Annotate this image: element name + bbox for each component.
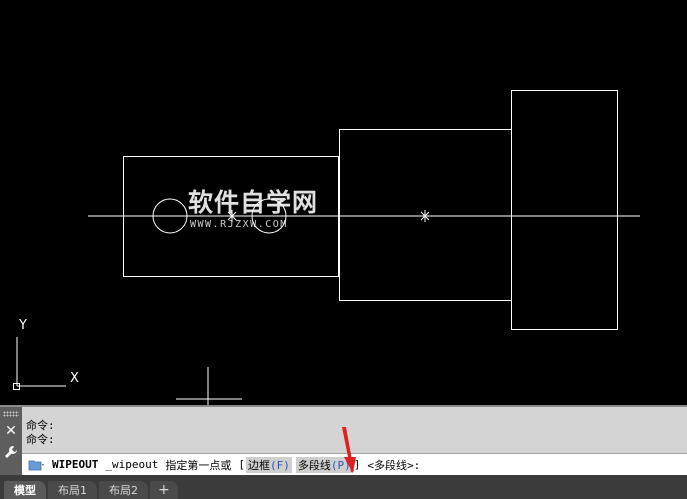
ucs-y-label: Y	[19, 318, 27, 333]
annotation-arrow-icon	[342, 427, 356, 473]
add-layout-button[interactable]: +	[150, 481, 178, 499]
tab-model[interactable]: 模型	[4, 481, 46, 499]
option-frame-key: (F)	[269, 458, 290, 472]
crosshair-cursor	[176, 367, 242, 405]
drawing-svg	[13, 90, 640, 405]
command-arg: _wipeout	[105, 458, 159, 471]
history-line: 命令:	[26, 433, 55, 446]
layout-tabs: 模型 布局1 布局2 +	[0, 475, 687, 499]
command-panel: ✕ 命令: 命令: WIPEOUT _wipeout 指定第一点或 [ 边框(F…	[0, 405, 687, 475]
option-polyline-label: 多段线	[297, 458, 331, 472]
drag-grip-icon[interactable]	[3, 411, 19, 417]
command-history: 命令: 命令:	[26, 419, 55, 447]
bracket-open: [	[238, 458, 245, 471]
tab-layout2[interactable]: 布局2	[99, 481, 148, 499]
watermark-url: WWW.RJZXW.COM	[190, 219, 288, 230]
option-frame-label: 边框	[247, 458, 270, 472]
folder-icon[interactable]	[26, 455, 48, 475]
ucs-icon	[13, 337, 66, 390]
tab-layout1[interactable]: 布局1	[48, 481, 97, 499]
close-icon[interactable]: ✕	[2, 422, 20, 440]
drawing-canvas[interactable]: Y X 软件自学网 WWW.RJZXW.COM	[0, 0, 687, 405]
command-name: WIPEOUT	[52, 458, 99, 471]
command-default: <多段线>:	[367, 458, 421, 472]
option-frame[interactable]: 边框(F)	[245, 456, 292, 473]
watermark-title: 软件自学网	[188, 188, 319, 217]
history-line: 命令:	[26, 419, 55, 432]
rect-right[interactable]	[511, 90, 618, 330]
wrench-icon[interactable]	[2, 445, 20, 463]
ucs-x-label: X	[70, 371, 79, 386]
point-marker-center	[419, 210, 431, 222]
command-panel-strip: ✕	[0, 407, 22, 475]
command-prompt: 指定第一点或	[165, 458, 232, 472]
